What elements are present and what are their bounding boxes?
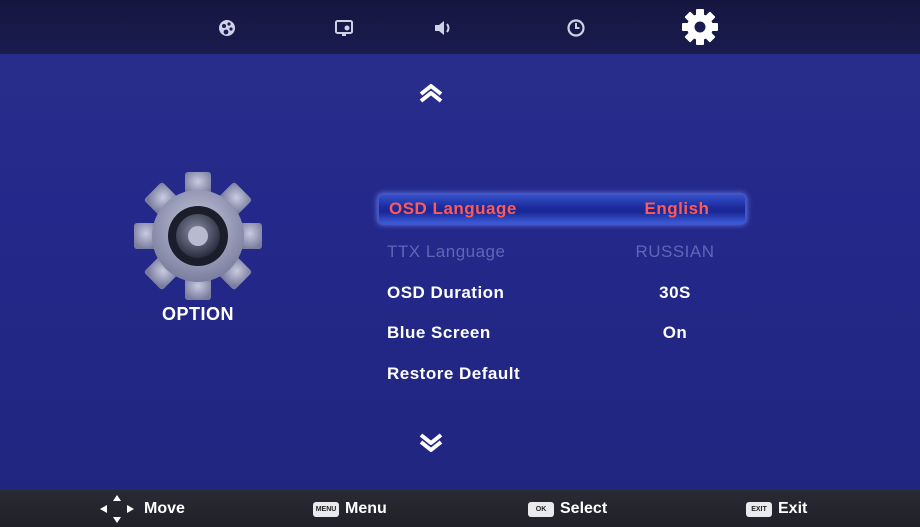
footer-hint-bar: Move MENU Menu OK Select EXIT Exit — [0, 490, 920, 527]
hint-exit: EXIT Exit — [746, 498, 807, 520]
hint-menu-label: Menu — [345, 500, 387, 517]
gear-icon — [682, 9, 718, 45]
tab-time[interactable] — [556, 12, 596, 44]
hint-exit-label: Exit — [778, 500, 808, 517]
menu-item-value: On — [662, 323, 688, 342]
menu-key-icon: MENU — [313, 501, 339, 517]
menu-item-ttx-language[interactable]: TTX Language RUSSIAN — [377, 236, 747, 268]
option-gear-icon — [134, 172, 262, 300]
tab-option[interactable] — [676, 6, 724, 48]
osd-screen: OPTION OSD Language English TTX Language… — [0, 0, 920, 527]
menu-item-value: 30S — [659, 283, 691, 302]
menu-item-label: OSD Duration — [387, 283, 505, 302]
menu-item-label: TTX Language — [387, 242, 506, 261]
hint-move-label: Move — [144, 500, 185, 517]
ok-key-icon: OK — [528, 501, 554, 517]
hint-menu: MENU Menu — [313, 498, 387, 520]
hint-move: Move — [100, 495, 185, 523]
menu-item-label: Blue Screen — [387, 323, 491, 342]
menu-item-osd-duration[interactable]: OSD Duration 30S — [377, 277, 747, 309]
tab-channel[interactable] — [324, 12, 364, 44]
menu-item-label: Restore Default — [387, 364, 521, 383]
hint-select-label: Select — [560, 500, 608, 517]
menu-item-restore-default[interactable]: Restore Default — [377, 358, 747, 390]
scroll-down-icon[interactable] — [417, 432, 445, 452]
menu-item-blue-screen[interactable]: Blue Screen On — [377, 317, 747, 349]
picture-icon — [219, 20, 235, 36]
hint-select: OK Select — [528, 498, 607, 520]
dpad-icon — [100, 495, 134, 523]
clock-icon — [567, 19, 585, 37]
menu-item-osd-language[interactable]: OSD Language English — [377, 193, 747, 225]
panel-title: OPTION — [162, 304, 235, 324]
menu-item-value: English — [644, 199, 710, 218]
tab-picture[interactable] — [207, 12, 247, 44]
menu-item-value: RUSSIAN — [635, 242, 715, 261]
menu-tab-bar — [0, 0, 920, 54]
tab-sound[interactable] — [424, 12, 464, 44]
scroll-up-icon[interactable] — [417, 84, 445, 104]
menu-item-label: OSD Language — [389, 199, 517, 218]
exit-key-icon: EXIT — [746, 501, 772, 517]
sound-icon — [435, 21, 450, 35]
channel-icon — [335, 20, 353, 36]
